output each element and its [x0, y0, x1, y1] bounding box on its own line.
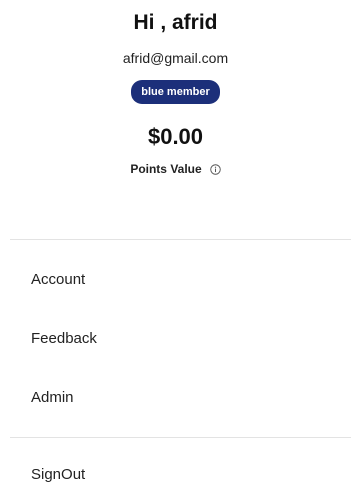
divider-bottom [10, 437, 351, 438]
points-value-row: Points Value [130, 162, 221, 176]
signout-button[interactable]: SignOut [31, 465, 85, 485]
info-icon[interactable] [209, 163, 221, 175]
menu-item-admin[interactable]: Admin [31, 388, 74, 408]
points-value-label: Points Value [130, 162, 202, 176]
greeting-title: Hi , afrid [133, 11, 218, 34]
user-email: afrid@gmail.com [122, 50, 229, 66]
divider-top [10, 239, 351, 240]
points-amount: $0.00 [147, 124, 204, 149]
membership-badge: blue member [131, 80, 220, 104]
menu-item-feedback[interactable]: Feedback [31, 329, 97, 349]
menu-item-account[interactable]: Account [31, 270, 85, 290]
profile-header: Hi , afrid afrid@gmail.com blue member $… [0, 0, 351, 176]
